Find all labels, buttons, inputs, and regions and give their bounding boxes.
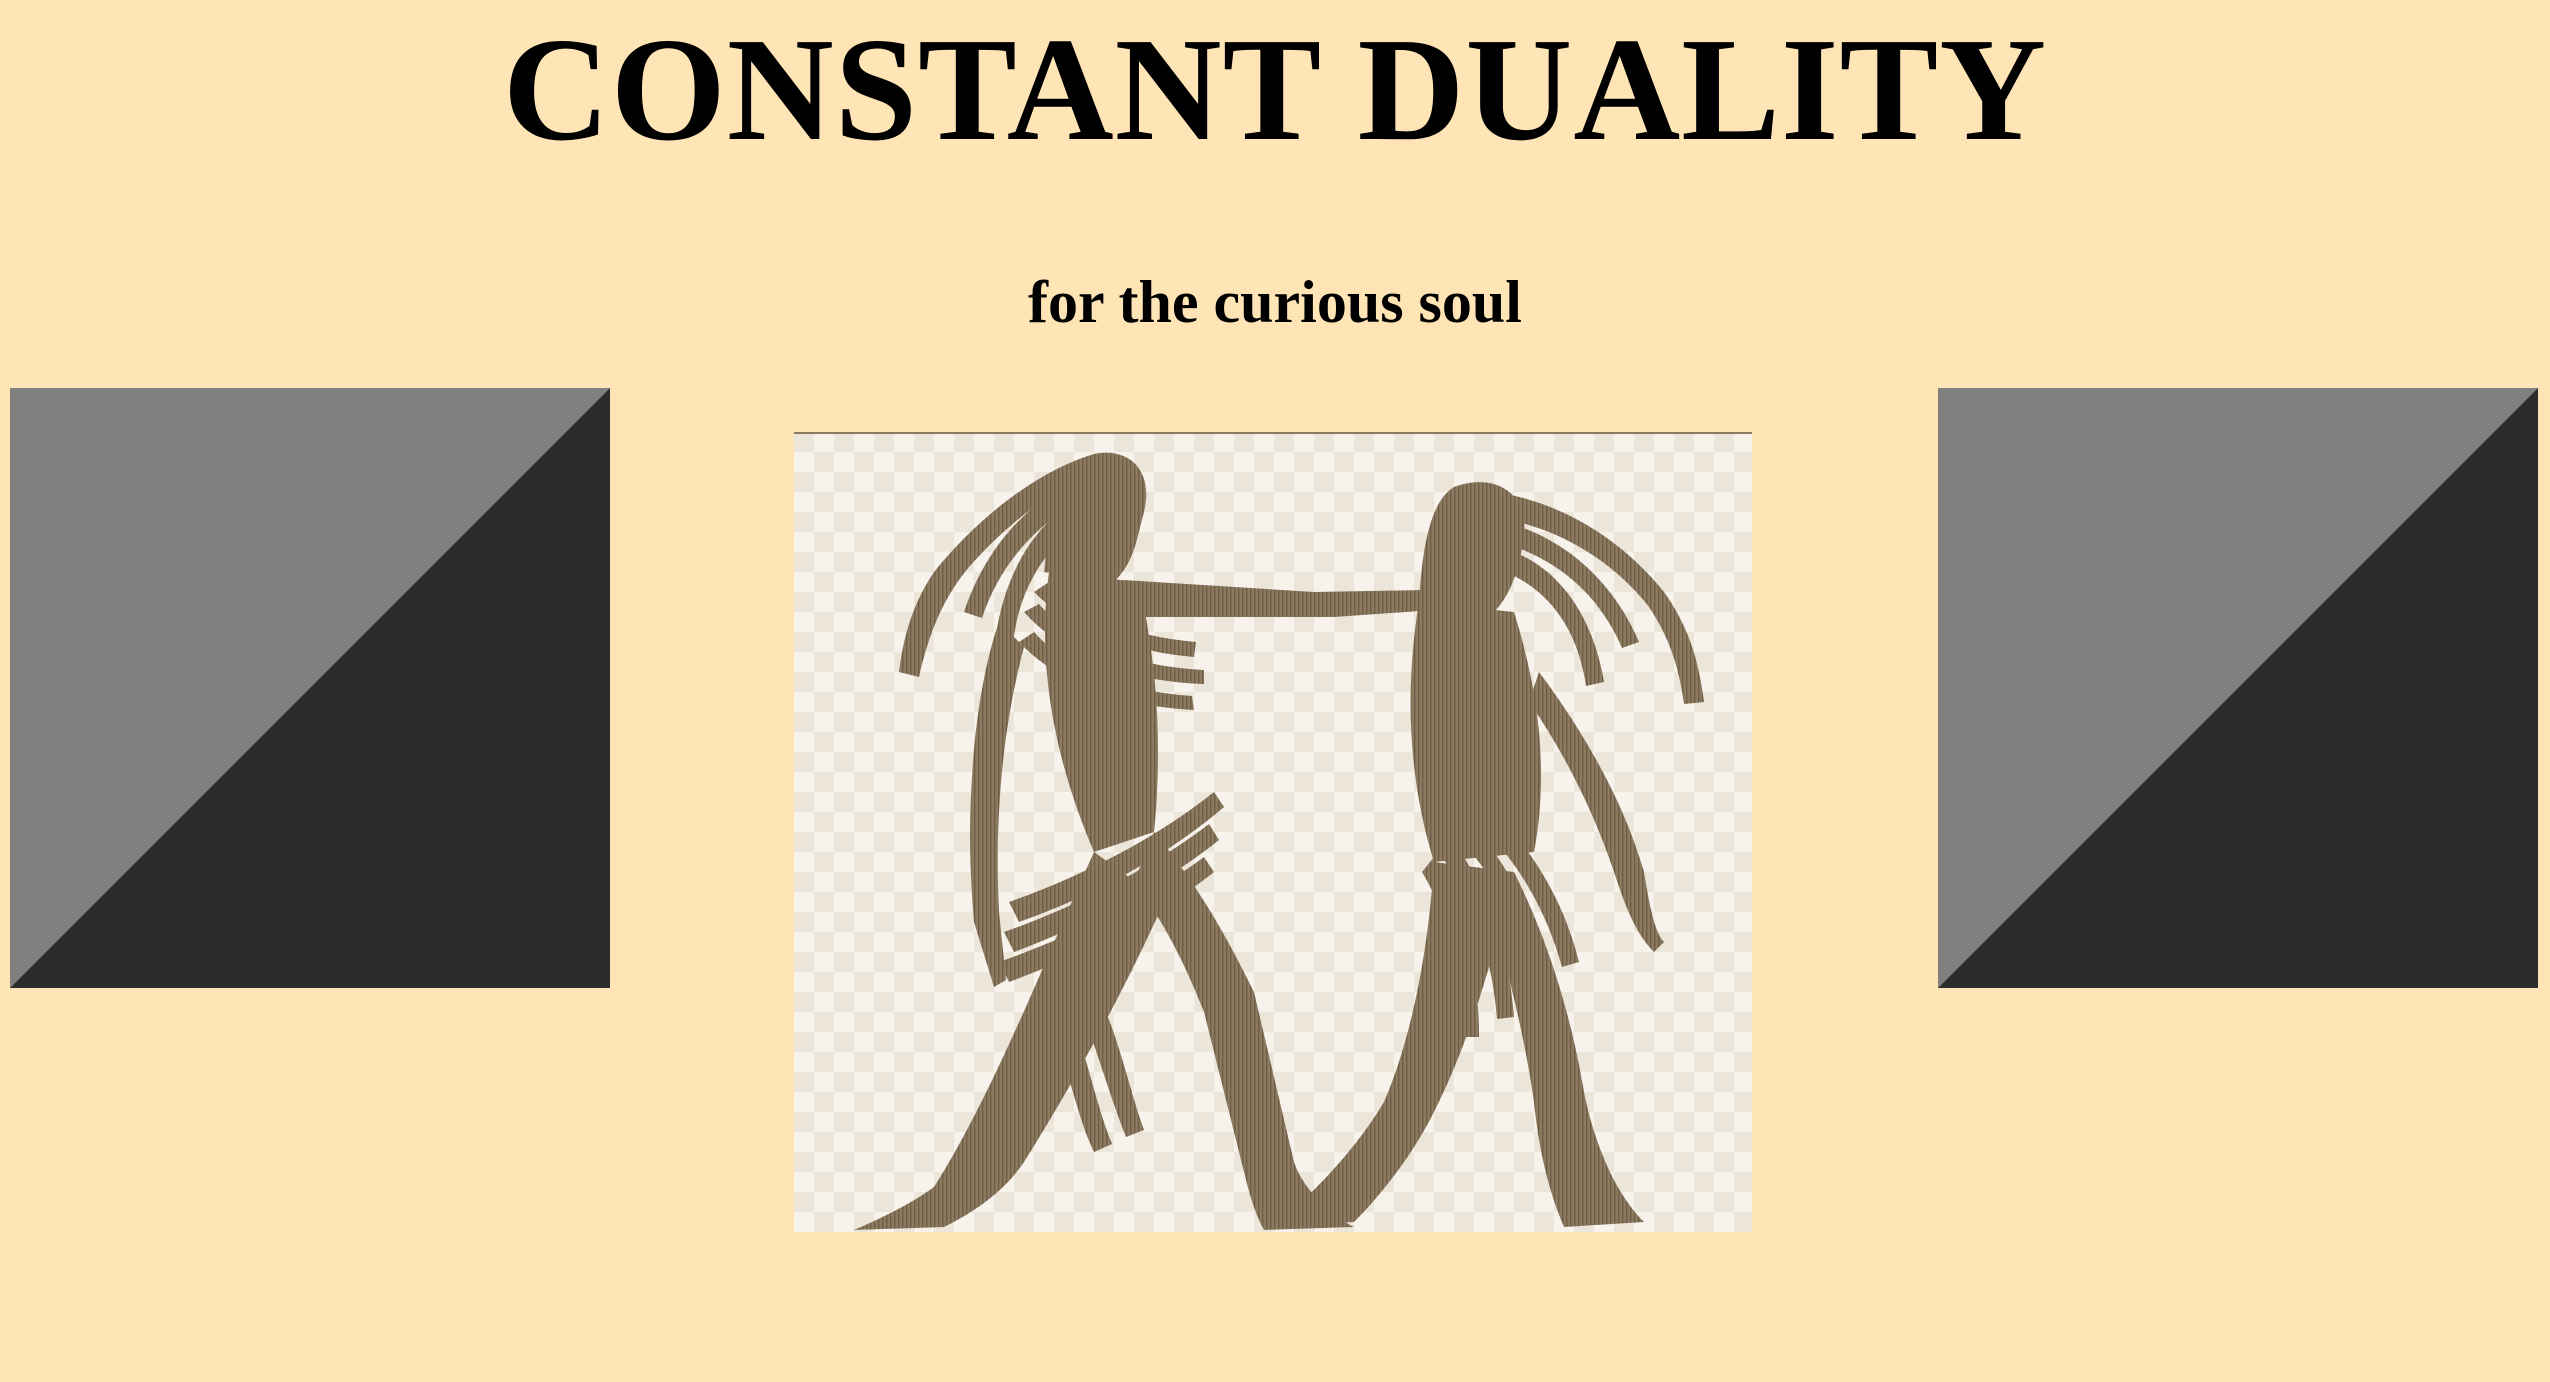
page-subtitle: for the curious soul [1028,269,1522,335]
page: CONSTANT DUALITY for the curious soul [0,0,2550,1382]
left-diagonal-square [10,388,610,988]
right-diagonal-square [1938,388,2538,988]
gemini-twins-illustration [794,432,1752,1232]
page-title: CONSTANT DUALITY [502,8,2048,172]
left-square-graphic [10,388,610,988]
right-square-graphic [1938,388,2538,988]
gemini-twins-image [794,432,1752,1232]
